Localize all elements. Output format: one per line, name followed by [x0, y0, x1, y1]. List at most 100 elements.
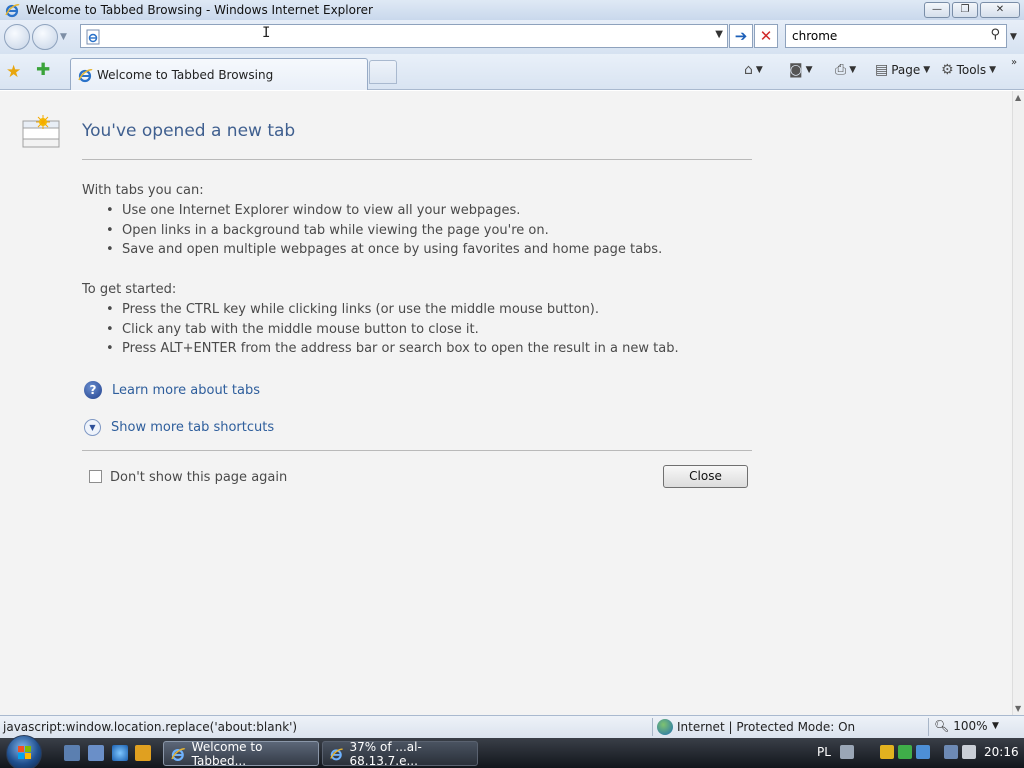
network-status-icon[interactable]	[916, 745, 930, 759]
page-menu-button[interactable]: ▤ Page ▼	[875, 62, 930, 78]
get-started-intro: To get started:	[82, 282, 177, 297]
show-shortcuts-link[interactable]: ▼ Show more tab shortcuts	[84, 419, 274, 436]
shield-icon[interactable]	[880, 745, 894, 759]
security-zone[interactable]: Internet | Protected Mode: On	[657, 719, 855, 735]
address-dropdown-icon[interactable]: ▼	[715, 29, 723, 40]
restore-button[interactable]: ❐	[952, 2, 978, 18]
minimize-button[interactable]: —	[924, 2, 950, 18]
print-button[interactable]: ⎙ ▼	[835, 62, 856, 78]
chevron-down-icon: ▼	[989, 65, 997, 75]
windows-flag-icon	[18, 746, 31, 759]
page-icon	[86, 29, 100, 45]
expand-down-icon: ▼	[84, 419, 101, 436]
chevron-down-icon: ▼	[805, 65, 813, 75]
window-title: Welcome to Tabbed Browsing - Windows Int…	[26, 3, 373, 17]
dont-show-label: Don't show this page again	[110, 470, 288, 485]
media-player-icon[interactable]	[135, 745, 151, 761]
new-tab-icon	[22, 115, 60, 148]
show-shortcuts-label[interactable]: Show more tab shortcuts	[111, 420, 274, 435]
with-tabs-intro: With tabs you can:	[82, 183, 204, 198]
ie-page-icon	[78, 68, 93, 82]
go-button[interactable]: ➔	[729, 24, 753, 48]
security-center-icon[interactable]	[898, 745, 912, 759]
chevron-down-icon: ▼	[923, 65, 931, 75]
tab-welcome[interactable]: Welcome to Tabbed Browsing	[70, 58, 368, 90]
taskbar-item-download[interactable]: 37% of ...al-68.13.7.e...	[322, 739, 478, 768]
network-icon[interactable]	[944, 745, 958, 759]
taskbar-item-label: 37% of ...al-68.13.7.e...	[349, 739, 422, 768]
tab-command-bar: ★ ✚ Welcome to Tabbed Browsing ⌂ ▼ ◙ ▼ ⎙…	[0, 54, 1024, 90]
scroll-up-icon[interactable]: ▲	[1015, 93, 1021, 102]
close-button[interactable]: Close	[663, 465, 748, 488]
status-separator	[652, 718, 653, 736]
clock[interactable]: 20:16	[984, 745, 1019, 759]
add-favorite-icon[interactable]: ✚	[36, 60, 50, 80]
zone-label: Internet | Protected Mode: On	[677, 720, 856, 734]
address-bar[interactable]: ▼	[80, 24, 728, 48]
tools-menu-button[interactable]: ⚙ Tools ▼	[941, 62, 996, 78]
divider	[82, 159, 752, 160]
stop-button[interactable]: ✕	[754, 24, 778, 48]
status-text: javascript:window.location.replace('abou…	[3, 720, 298, 734]
back-button[interactable]	[4, 24, 30, 50]
tab-label: Welcome to Tabbed Browsing	[97, 67, 274, 82]
title-bar: Welcome to Tabbed Browsing - Windows Int…	[0, 0, 1024, 20]
taskbar-item-label: Welcome to Tabbed...	[191, 739, 263, 768]
list-item: Press the CTRL key while clicking links …	[106, 302, 679, 322]
rss-feed-icon: ◙	[789, 62, 803, 78]
ie-quicklaunch-icon[interactable]	[112, 745, 128, 761]
list-item: Open links in a background tab while vie…	[106, 223, 662, 243]
magnifier-icon[interactable]: ⚲	[990, 27, 1000, 42]
start-button[interactable]	[6, 735, 42, 768]
scroll-down-icon[interactable]: ▼	[1015, 704, 1021, 713]
home-button[interactable]: ⌂ ▼	[744, 62, 763, 78]
page-title: You've opened a new tab	[82, 121, 296, 141]
recent-pages-dropdown-icon[interactable]: ▼	[60, 32, 67, 42]
vertical-scrollbar[interactable]: ▲ ▼	[1012, 91, 1024, 715]
gear-icon: ⚙	[941, 62, 954, 78]
page-icon: ▤	[875, 62, 889, 78]
address-input[interactable]	[105, 28, 705, 44]
forward-button[interactable]	[32, 24, 58, 50]
ie-logo-icon	[5, 4, 20, 18]
taskbar: Welcome to Tabbed... 37% of ...al-68.13.…	[0, 735, 1024, 768]
taskbar-item-ie[interactable]: Welcome to Tabbed...	[163, 739, 319, 768]
page-content: You've opened a new tab With tabs you ca…	[0, 91, 1012, 715]
help-icon: ?	[84, 381, 102, 399]
search-options-dropdown-icon[interactable]: ▼	[1010, 32, 1017, 42]
ie-icon	[171, 747, 186, 761]
search-input[interactable]	[792, 28, 972, 44]
tools-menu-label: Tools	[956, 63, 987, 77]
dont-show-checkbox[interactable]	[89, 470, 102, 483]
navigation-bar: ▼ ▼ ➔ ✕ ⚲ ▼	[0, 20, 1024, 54]
favorites-star-icon[interactable]: ★	[6, 62, 21, 82]
zoom-dropdown-icon[interactable]: ▼	[992, 721, 999, 731]
list-item: Press ALT+ENTER from the address bar or …	[106, 341, 679, 361]
command-overflow-button[interactable]: »	[1011, 57, 1017, 68]
with-tabs-list: Use one Internet Explorer window to view…	[106, 203, 662, 262]
list-item: Click any tab with the middle mouse butt…	[106, 322, 679, 342]
status-bar: javascript:window.location.replace('abou…	[0, 715, 1024, 738]
zoom-magnifier-icon: 🔍︎	[934, 719, 950, 733]
get-started-list: Press the CTRL key while clicking links …	[106, 302, 679, 361]
globe-icon	[657, 719, 673, 735]
learn-more-link[interactable]: ? Learn more about tabs	[84, 381, 260, 399]
volume-muted-icon[interactable]	[962, 745, 976, 759]
switch-windows-icon[interactable]	[88, 745, 104, 761]
close-window-button[interactable]: ✕	[980, 2, 1020, 18]
chevron-down-icon: ▼	[755, 65, 763, 75]
feeds-button[interactable]: ◙ ▼	[789, 62, 813, 78]
list-item: Save and open multiple webpages at once …	[106, 242, 662, 262]
keyboard-icon[interactable]	[840, 745, 854, 759]
show-desktop-icon[interactable]	[64, 745, 80, 761]
zoom-control[interactable]: 🔍︎ 100%	[934, 719, 988, 733]
home-icon: ⌂	[744, 62, 753, 78]
page-menu-label: Page	[891, 63, 921, 77]
chevron-down-icon: ▼	[849, 65, 857, 75]
text-cursor-icon: I	[262, 25, 271, 41]
search-box[interactable]: ⚲	[785, 24, 1007, 48]
zoom-level: 100%	[953, 719, 988, 733]
learn-more-label[interactable]: Learn more about tabs	[112, 383, 260, 398]
new-tab-button[interactable]	[369, 60, 397, 84]
language-indicator[interactable]: PL	[817, 745, 831, 759]
